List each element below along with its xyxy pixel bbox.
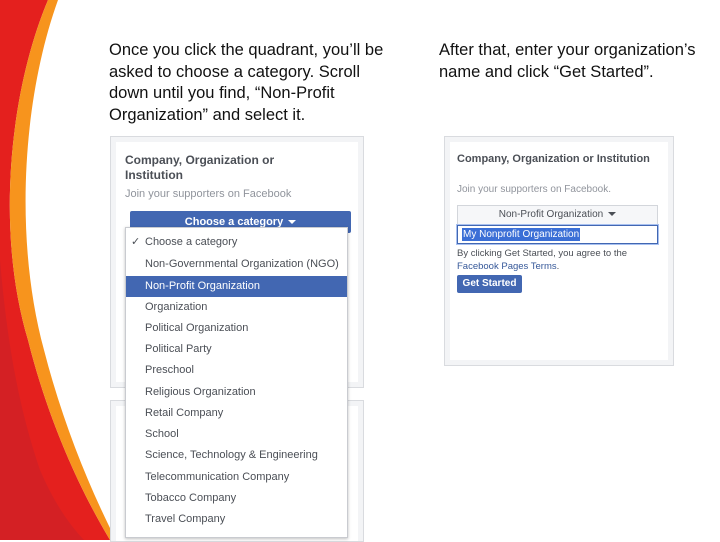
- dropdown-item-label: Political Organization: [145, 322, 249, 334]
- dropdown-item[interactable]: Science, Technology & Engineering: [126, 445, 347, 466]
- category-select[interactable]: Non-Profit Organization: [457, 205, 658, 225]
- dropdown-item[interactable]: Organization: [126, 297, 347, 318]
- dropdown-item[interactable]: Preschool: [126, 360, 347, 381]
- dropdown-item-label: Political Party: [145, 343, 212, 355]
- card-subtitle: Join your supporters on Facebook: [125, 188, 292, 200]
- instruction-text-left: Once you click the quadrant, you’ll be a…: [109, 41, 384, 124]
- dropdown-item-label: Preschool: [145, 364, 194, 376]
- dropdown-item-label: Organization: [145, 301, 208, 313]
- dropdown-item-label: Science, Technology & Engineering: [145, 449, 318, 461]
- name-entry-screenshot: Company, Organization or Institution Joi…: [444, 136, 674, 366]
- dropdown-item[interactable]: ✓ Choose a category: [126, 232, 347, 253]
- dropdown-item-label: School: [145, 428, 179, 440]
- dropdown-item-label: Telecommunication Company: [145, 471, 290, 483]
- dropdown-item-label: Tobacco Company: [145, 492, 237, 504]
- card-title: Company, Organization or Institution: [457, 153, 650, 165]
- dropdown-item[interactable]: Political Party: [126, 339, 347, 360]
- terms-suffix: .: [556, 261, 560, 272]
- dropdown-item[interactable]: Political Organization: [126, 318, 347, 339]
- get-started-button[interactable]: Get Started: [457, 275, 522, 293]
- dropdown-item-label: Non-Governmental Organization (NGO): [145, 258, 339, 270]
- dropdown-item[interactable]: Religious Organization: [126, 382, 347, 403]
- dropdown-item-label: Religious Organization: [145, 386, 256, 398]
- category-select-value: Non-Profit Organization: [498, 209, 604, 220]
- dropdown-item-label: Retail Company: [145, 407, 224, 419]
- caret-down-icon: [288, 220, 297, 225]
- pages-terms-link[interactable]: Facebook Pages Terms: [457, 261, 557, 272]
- card-title: Company, Organization or Institution: [125, 153, 275, 182]
- organization-name-input[interactable]: My Nonprofit Organization: [457, 225, 658, 244]
- instruction-text-right: After that, enter your organization’s na…: [439, 41, 696, 81]
- dropdown-item[interactable]: Tobacco Company: [126, 488, 347, 509]
- dropdown-item-label: Non-Profit Organization: [145, 280, 260, 292]
- dropdown-item-selected[interactable]: Non-Profit Organization: [126, 276, 347, 297]
- dropdown-item[interactable]: Travel Company: [126, 509, 347, 530]
- dropdown-item[interactable]: Telecommunication Company: [126, 467, 347, 488]
- terms-notice: By clicking Get Started, you agree to th…: [457, 247, 667, 273]
- dropdown-item-label: Travel Company: [145, 513, 226, 525]
- dropdown-item-label: Choose a category: [145, 236, 238, 248]
- check-icon: ✓: [131, 236, 141, 248]
- card-subtitle: Join your supporters on Facebook.: [457, 184, 611, 195]
- name-entry-card: Company, Organization or Institution Joi…: [450, 142, 668, 360]
- organization-name-value: My Nonprofit Organization: [462, 228, 581, 241]
- dropdown-item[interactable]: Non-Governmental Organization (NGO): [126, 254, 347, 275]
- dropdown-item[interactable]: School: [126, 424, 347, 445]
- dropdown-item[interactable]: Retail Company: [126, 403, 347, 424]
- category-dropdown-list[interactable]: ✓ Choose a category Non-Governmental Orga…: [125, 227, 348, 538]
- decorative-swoosh: [0, 0, 117, 540]
- caret-down-icon: [608, 212, 617, 217]
- terms-prefix: By clicking Get Started, you agree to th…: [457, 248, 628, 259]
